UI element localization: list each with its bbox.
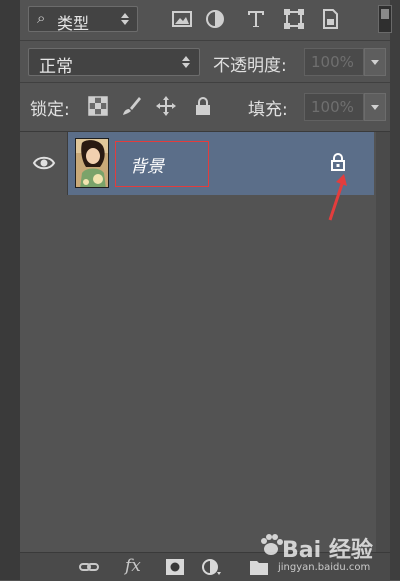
portrait-photo-thumbnail bbox=[76, 139, 108, 187]
filter-kind-label: 类型 bbox=[57, 14, 90, 33]
blend-opacity-bar: 正常 不透明度: 100% bbox=[20, 41, 390, 83]
layer-thumbnail[interactable] bbox=[75, 138, 109, 188]
watermark-url: jingyan.baidu.com bbox=[278, 562, 371, 573]
filter-toggle-icon bbox=[381, 9, 389, 19]
lock-transparent-pixels-icon[interactable] bbox=[87, 95, 109, 117]
layers-panel: ⌕ 类型 正常 不透明度: 100% 锁定: 填充: 100% 背景 fx bbox=[0, 0, 400, 581]
smart-object-filter-icon[interactable] bbox=[318, 7, 342, 31]
lock-image-pixels-icon[interactable] bbox=[120, 95, 142, 117]
blend-mode-value: 正常 bbox=[39, 57, 73, 77]
watermark-text: Bai 经验 bbox=[282, 538, 373, 563]
annotation-arrow-icon bbox=[328, 174, 347, 221]
opacity-input[interactable]: 100% bbox=[304, 48, 364, 76]
layer-filter-bar: ⌕ 类型 bbox=[20, 0, 392, 41]
baidu-paw-icon bbox=[261, 534, 283, 555]
filter-toggle-switch[interactable] bbox=[378, 5, 392, 33]
baidu-watermark: Bai 经验 jingyan.baidu.com bbox=[258, 528, 394, 576]
panel-left-edge bbox=[0, 0, 20, 580]
adjustment-filter-icon[interactable] bbox=[203, 7, 227, 31]
lock-label: 锁定: bbox=[30, 100, 70, 120]
fill-label: 填充: bbox=[248, 100, 288, 120]
lock-fill-bar: 锁定: 填充: 100% bbox=[20, 83, 390, 132]
fill-slider-button[interactable] bbox=[364, 93, 386, 121]
type-filter-icon[interactable] bbox=[244, 7, 268, 31]
eye-icon bbox=[32, 156, 56, 170]
opacity-value: 100% bbox=[311, 53, 354, 71]
layers-scrollbar[interactable] bbox=[376, 132, 390, 552]
lock-position-icon[interactable] bbox=[155, 95, 177, 117]
opacity-label: 不透明度: bbox=[213, 56, 287, 76]
blend-mode-select[interactable]: 正常 bbox=[28, 48, 200, 77]
layer-lock-icon[interactable] bbox=[330, 153, 346, 171]
chevron-updown-icon bbox=[120, 11, 130, 27]
fill-input[interactable]: 100% bbox=[304, 93, 364, 121]
fx-icon[interactable]: fx bbox=[125, 556, 141, 576]
layer-name[interactable]: 背景 bbox=[130, 152, 164, 177]
add-mask-icon[interactable] bbox=[164, 557, 186, 577]
adjustment-layer-icon[interactable] bbox=[200, 557, 222, 577]
search-icon: ⌕ bbox=[37, 9, 46, 27]
chevron-updown-icon bbox=[181, 54, 191, 70]
panel-right-edge bbox=[390, 0, 400, 580]
opacity-slider-button[interactable] bbox=[364, 48, 386, 76]
link-layers-icon[interactable] bbox=[78, 557, 100, 577]
shape-filter-icon[interactable] bbox=[282, 7, 306, 31]
image-filter-icon[interactable] bbox=[170, 7, 194, 31]
fill-value: 100% bbox=[311, 98, 354, 116]
lock-all-icon[interactable] bbox=[192, 95, 214, 117]
visibility-toggle[interactable] bbox=[20, 132, 68, 195]
filter-kind-select[interactable]: ⌕ 类型 bbox=[28, 6, 138, 33]
